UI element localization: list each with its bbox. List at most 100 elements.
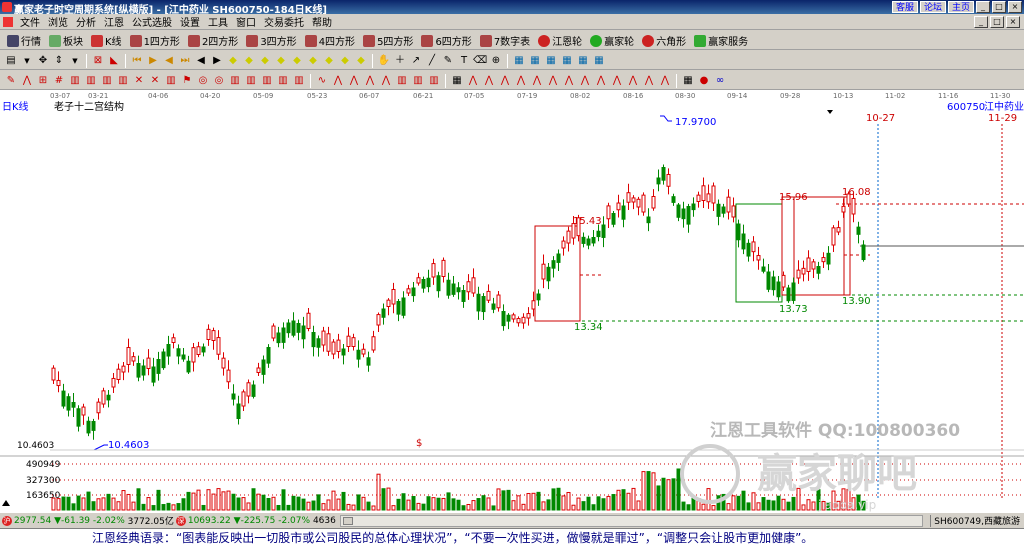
fan-icon[interactable]: ⋀ (514, 74, 528, 88)
bars-icon[interactable]: ▥ (244, 74, 258, 88)
calendar-icon[interactable]: ▦ (512, 54, 526, 68)
diamond-icon[interactable]: ◆ (242, 54, 256, 68)
flag-icon[interactable]: ⚑ (180, 74, 194, 88)
scroll-up-icon[interactable] (2, 500, 10, 506)
mdi-minimize-button[interactable]: _ (974, 15, 988, 28)
circle-icon[interactable]: ◎ (212, 74, 226, 88)
fan-icon[interactable]: ⋀ (498, 74, 512, 88)
kline-button[interactable]: K线 (87, 33, 126, 49)
square3-button[interactable]: 3四方形 (242, 33, 300, 49)
fan-icon[interactable]: ⋀ (642, 74, 656, 88)
bars-icon[interactable]: ▥ (84, 74, 98, 88)
diamond-icon[interactable]: ◆ (354, 54, 368, 68)
menu-analysis[interactable]: 分析 (72, 14, 100, 29)
winner-service-button[interactable]: 赢家服务 (690, 33, 752, 49)
circle-icon[interactable]: ◎ (196, 74, 210, 88)
menu-formula[interactable]: 公式选股 (128, 14, 176, 29)
fan-icon[interactable]: ⋀ (530, 74, 544, 88)
diamond-icon[interactable]: ◆ (338, 54, 352, 68)
kline-chart[interactable]: 03-07 03-21 04-06 04-20 05-09 05-23 06-07 06-21… (0, 90, 1024, 512)
diamond-icon[interactable]: ◆ (322, 54, 336, 68)
bars-icon[interactable]: ▥ (100, 74, 114, 88)
fan-icon[interactable]: ⋀ (466, 74, 480, 88)
menu-browse[interactable]: 浏览 (44, 14, 72, 29)
diamond-icon[interactable]: ◆ (306, 54, 320, 68)
line-icon[interactable]: ╱ (425, 54, 439, 68)
fan-icon[interactable]: ⋀ (626, 74, 640, 88)
up-down-icon[interactable]: ⇕ (52, 54, 66, 68)
fan-icon[interactable]: ⋀ (347, 74, 361, 88)
sector-button[interactable]: 板块 (45, 33, 87, 49)
menu-file[interactable]: 文件 (16, 14, 44, 29)
square6-button[interactable]: 6四方形 (417, 33, 475, 49)
bars-icon[interactable]: ▥ (427, 74, 441, 88)
minimize-button[interactable]: _ (976, 1, 990, 13)
square2-button[interactable]: 2四方形 (184, 33, 242, 49)
first-icon[interactable]: ⏮ (130, 54, 144, 68)
bars-icon[interactable]: ▥ (228, 74, 242, 88)
dropdown-icon[interactable]: ▼ (20, 54, 34, 68)
scrollbar-thumb[interactable] (342, 516, 353, 525)
next-icon[interactable]: ▶ (146, 54, 160, 68)
horizontal-scrollbar[interactable] (339, 514, 924, 527)
grid-icon[interactable]: ⊞ (36, 74, 50, 88)
pen-icon[interactable]: ✎ (441, 54, 455, 68)
link-homepage[interactable]: 主页 (947, 1, 974, 13)
winner-wheel-button[interactable]: 赢家轮 (586, 33, 638, 49)
maximize-button[interactable]: □ (992, 1, 1006, 13)
fan-icon[interactable]: ⋀ (578, 74, 592, 88)
cross-icon[interactable]: ✕ (132, 74, 146, 88)
number-table-button[interactable]: 7数字表 (476, 33, 534, 49)
last-icon[interactable]: ⏭ (178, 54, 192, 68)
quotes-button[interactable]: 行情 (3, 33, 45, 49)
crosshair-icon[interactable]: ⊠ (91, 54, 105, 68)
left-icon[interactable]: ◀ (194, 54, 208, 68)
pan-icon[interactable]: ✥ (36, 54, 50, 68)
diamond-icon[interactable]: ◆ (274, 54, 288, 68)
fan-icon[interactable]: ⋀ (482, 74, 496, 88)
arrow-icon[interactable]: ↗ (409, 54, 423, 68)
fan-icon[interactable]: ⋀ (610, 74, 624, 88)
table-icon[interactable]: ▦ (544, 54, 558, 68)
gann-wheel-button[interactable]: 江恩轮 (534, 33, 586, 49)
menu-tools[interactable]: 工具 (204, 14, 232, 29)
wave-icon[interactable]: ∿ (315, 74, 329, 88)
bars-icon[interactable]: ▥ (395, 74, 409, 88)
layout-icon[interactable]: ▤ (4, 54, 18, 68)
fan-icon[interactable]: ⋀ (331, 74, 345, 88)
bars-icon[interactable]: ▥ (260, 74, 274, 88)
bars-icon[interactable]: ▥ (292, 74, 306, 88)
diamond-icon[interactable]: ◆ (290, 54, 304, 68)
zoom-icon[interactable]: ⊕ (489, 54, 503, 68)
mdi-restore-button[interactable]: □ (990, 15, 1004, 28)
fan-icon[interactable]: ⋀ (658, 74, 672, 88)
menu-window[interactable]: 窗口 (232, 14, 260, 29)
bars-icon[interactable]: ▥ (164, 74, 178, 88)
fan-icon[interactable]: ⋀ (546, 74, 560, 88)
fan-icon[interactable]: ⋀ (20, 74, 34, 88)
table-icon[interactable]: ▦ (560, 54, 574, 68)
square1-button[interactable]: 1四方形 (126, 33, 184, 49)
close-button[interactable]: × (1008, 1, 1022, 13)
draw-tool-icon[interactable]: ✎ (4, 74, 18, 88)
hexagon-button[interactable]: 六角形 (638, 33, 690, 49)
infinity-icon[interactable]: ∞ (713, 74, 727, 88)
bars-icon[interactable]: ▥ (68, 74, 82, 88)
fan-icon[interactable]: ⋀ (363, 74, 377, 88)
table-icon[interactable]: ▦ (681, 74, 695, 88)
table-icon[interactable]: ▦ (450, 74, 464, 88)
bars-icon[interactable]: ▥ (116, 74, 130, 88)
bars-icon[interactable]: ▥ (411, 74, 425, 88)
table-icon[interactable]: ▦ (576, 54, 590, 68)
link-customer-service[interactable]: 客服 (891, 1, 918, 13)
table-icon[interactable]: ▦ (528, 54, 542, 68)
fan-icon[interactable]: ⋀ (562, 74, 576, 88)
hash-icon[interactable]: # (52, 74, 66, 88)
menu-help[interactable]: 帮助 (308, 14, 336, 29)
square4-button[interactable]: 4四方形 (301, 33, 359, 49)
text-icon[interactable]: T (457, 54, 471, 68)
fan-icon[interactable]: ⋀ (379, 74, 393, 88)
fan-icon[interactable]: ⋀ (594, 74, 608, 88)
plus-icon[interactable]: ＋ (393, 54, 407, 68)
cursor-icon[interactable]: ◣ (107, 54, 121, 68)
